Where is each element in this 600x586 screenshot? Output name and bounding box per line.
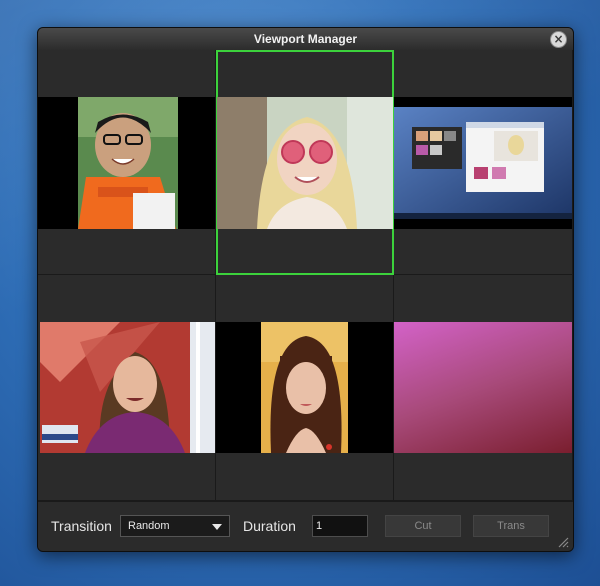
- dropdown-arrow-icon: [212, 524, 222, 530]
- viewport-1-image: [78, 97, 178, 229]
- viewport-2-frame: [217, 97, 393, 229]
- viewport-cell-2[interactable]: [216, 50, 394, 275]
- cut-button[interactable]: Cut: [385, 515, 461, 537]
- control-bar: Transition Random Duration 1 Cut Trans: [38, 501, 573, 551]
- viewport-5-image: [261, 322, 348, 453]
- viewport-4-image: [40, 322, 215, 453]
- viewport-cell-3[interactable]: [394, 50, 573, 275]
- transition-select[interactable]: Random: [120, 515, 230, 537]
- viewport-grid: [38, 50, 573, 501]
- viewport-6-frame: [394, 322, 572, 453]
- title-bar[interactable]: Viewport Manager ×: [38, 28, 573, 51]
- close-icon[interactable]: ×: [550, 31, 567, 48]
- viewport-cell-1[interactable]: [38, 50, 216, 275]
- viewport-cell-4[interactable]: [38, 275, 216, 501]
- viewport-cell-6[interactable]: [394, 275, 573, 501]
- viewport-4-frame: [40, 322, 215, 453]
- viewport-5-frame: [216, 322, 393, 453]
- viewport-3-frame: [394, 97, 572, 229]
- transition-value: Random: [128, 520, 170, 532]
- viewport-cell-5[interactable]: [216, 275, 394, 501]
- viewport-manager-window: Viewport Manager × Transition Random Dur…: [37, 27, 574, 552]
- viewport-2-image: [217, 97, 393, 229]
- duration-input[interactable]: 1: [312, 515, 368, 537]
- trans-button[interactable]: Trans: [473, 515, 549, 537]
- resize-grip-icon[interactable]: [557, 536, 569, 548]
- transition-label: Transition: [51, 518, 112, 534]
- window-title: Viewport Manager: [253, 32, 358, 46]
- viewport-3-image: [394, 107, 572, 219]
- viewport-1-frame: [38, 97, 215, 229]
- duration-label: Duration: [243, 518, 296, 534]
